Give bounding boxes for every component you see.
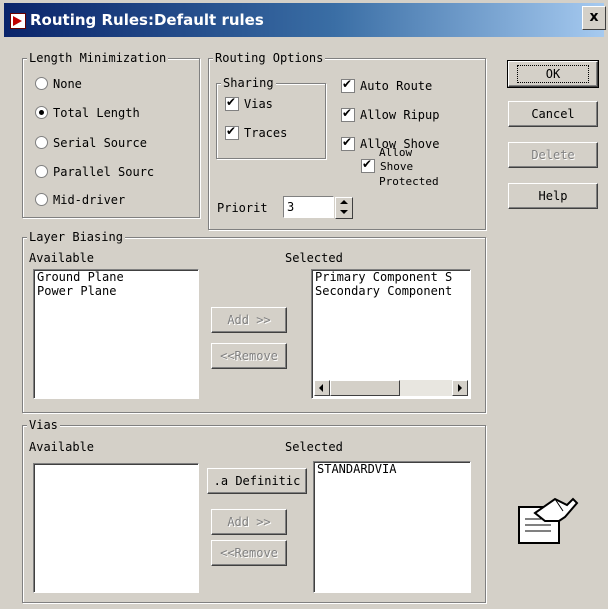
radio-none-label: None <box>53 77 82 91</box>
vias-selected-list[interactable]: STANDARDVIA <box>313 461 471 593</box>
layer-selected-hscrollbar[interactable] <box>314 380 468 396</box>
scroll-thumb[interactable] <box>330 380 400 396</box>
vias-remove-button[interactable]: <<Remove <box>211 540 287 566</box>
cancel-button[interactable]: Cancel <box>508 101 598 127</box>
vias-checkbox-label: Vias <box>244 97 273 111</box>
layer-add-button[interactable]: Add >> <box>211 307 287 333</box>
layer-selected-label: Selected <box>285 251 343 265</box>
layer-available-list[interactable]: Ground Plane Power Plane <box>33 269 199 399</box>
help-pointer-icon <box>518 497 579 544</box>
help-button[interactable]: Help <box>508 183 598 209</box>
scroll-left-arrow-icon[interactable] <box>314 380 330 396</box>
list-item[interactable]: Power Plane <box>34 284 198 298</box>
auto-route-checkbox[interactable]: Auto Route <box>341 77 433 94</box>
sharing-legend: Sharing <box>221 76 276 90</box>
allow-shove-protected-checkbox-box[interactable] <box>361 157 375 173</box>
delete-button[interactable]: Delete <box>508 142 598 168</box>
auto-route-label: Auto Route <box>360 79 433 93</box>
routing-rules-dialog: Routing Rules:Default rules x Length Min… <box>0 0 608 609</box>
priority-input[interactable]: 3 <box>283 196 334 218</box>
radio-parallel-source[interactable]: Parallel Sourc <box>35 165 154 179</box>
length-minimization-legend: Length Minimization <box>27 51 169 65</box>
allow-shove-protected-line1: Allow <box>379 146 413 159</box>
via-definition-button[interactable]: .a Definitic <box>207 468 307 494</box>
layer-biasing-group: Layer Biasing Available Selected Ground … <box>22 230 486 413</box>
close-button[interactable]: x <box>582 6 606 30</box>
list-item[interactable]: Ground Plane <box>34 270 198 284</box>
list-item[interactable]: Secondary Component <box>312 284 470 298</box>
radio-none-dot[interactable] <box>35 77 48 90</box>
vias-legend: Vias <box>27 418 60 432</box>
allow-ripup-checkbox[interactable]: Allow Ripup <box>341 106 440 123</box>
allow-ripup-checkbox-box[interactable] <box>341 106 355 122</box>
app-icon <box>10 13 26 29</box>
vias-available-list[interactable] <box>33 463 199 593</box>
radio-mid-driver-dot[interactable] <box>35 193 48 206</box>
traces-checkbox-box[interactable] <box>225 124 239 140</box>
sharing-group: Sharing Vias Traces <box>216 76 326 159</box>
ok-button-label: OK <box>516 65 590 83</box>
list-item[interactable]: Primary Component S <box>312 270 470 284</box>
radio-mid-driver[interactable]: Mid-driver <box>35 193 125 207</box>
list-item[interactable]: STANDARDVIA <box>314 462 470 476</box>
radio-serial-source[interactable]: Serial Source <box>35 136 147 150</box>
allow-shove-protected-line2: Shove <box>380 160 414 173</box>
layer-biasing-legend: Layer Biasing <box>27 230 125 244</box>
layer-remove-button[interactable]: <<Remove <box>211 343 287 369</box>
vias-checkbox[interactable]: Vias <box>225 95 273 112</box>
ok-button[interactable]: OK <box>507 60 599 88</box>
radio-total-length-label: Total Length <box>53 106 140 120</box>
priority-label: Priorit <box>217 201 268 215</box>
length-minimization-group: Length Minimization None Total Length Se… <box>22 51 200 218</box>
allow-shove-protected-checkbox[interactable]: Shove <box>361 157 414 174</box>
traces-checkbox-label: Traces <box>244 126 288 140</box>
traces-checkbox[interactable]: Traces <box>225 124 288 141</box>
radio-total-length[interactable]: Total Length <box>35 106 140 120</box>
vias-selected-label: Selected <box>285 440 343 454</box>
radio-total-length-dot[interactable] <box>35 106 48 119</box>
vias-checkbox-box[interactable] <box>225 95 239 111</box>
auto-route-checkbox-box[interactable] <box>341 77 355 93</box>
allow-shove-checkbox-box[interactable] <box>341 135 355 151</box>
priority-spin-arrows-icon[interactable] <box>335 197 353 219</box>
routing-options-legend: Routing Options <box>213 51 326 65</box>
radio-parallel-source-dot[interactable] <box>35 165 48 178</box>
allow-ripup-label: Allow Ripup <box>360 108 440 122</box>
title-bar[interactable]: Routing Rules:Default rules <box>4 3 604 37</box>
allow-shove-protected-line3: Protected <box>379 176 439 185</box>
radio-serial-source-label: Serial Source <box>53 136 147 150</box>
radio-parallel-source-label: Parallel Sourc <box>53 165 155 179</box>
radio-serial-source-dot[interactable] <box>35 136 48 149</box>
vias-add-button[interactable]: Add >> <box>211 509 287 535</box>
radio-mid-driver-label: Mid-driver <box>53 193 126 207</box>
vias-available-label: Available <box>29 440 95 454</box>
radio-none[interactable]: None <box>35 77 82 91</box>
routing-options-group: Routing Options Sharing Vias Traces Auto… <box>208 51 486 230</box>
layer-available-label: Available <box>29 251 95 265</box>
window-title: Routing Rules:Default rules <box>30 11 264 29</box>
scroll-right-arrow-icon[interactable] <box>452 380 468 396</box>
layer-selected-list[interactable]: Primary Component S Secondary Component <box>311 269 471 399</box>
vias-group: Vias Available Selected .a Definitic Add… <box>22 418 486 603</box>
